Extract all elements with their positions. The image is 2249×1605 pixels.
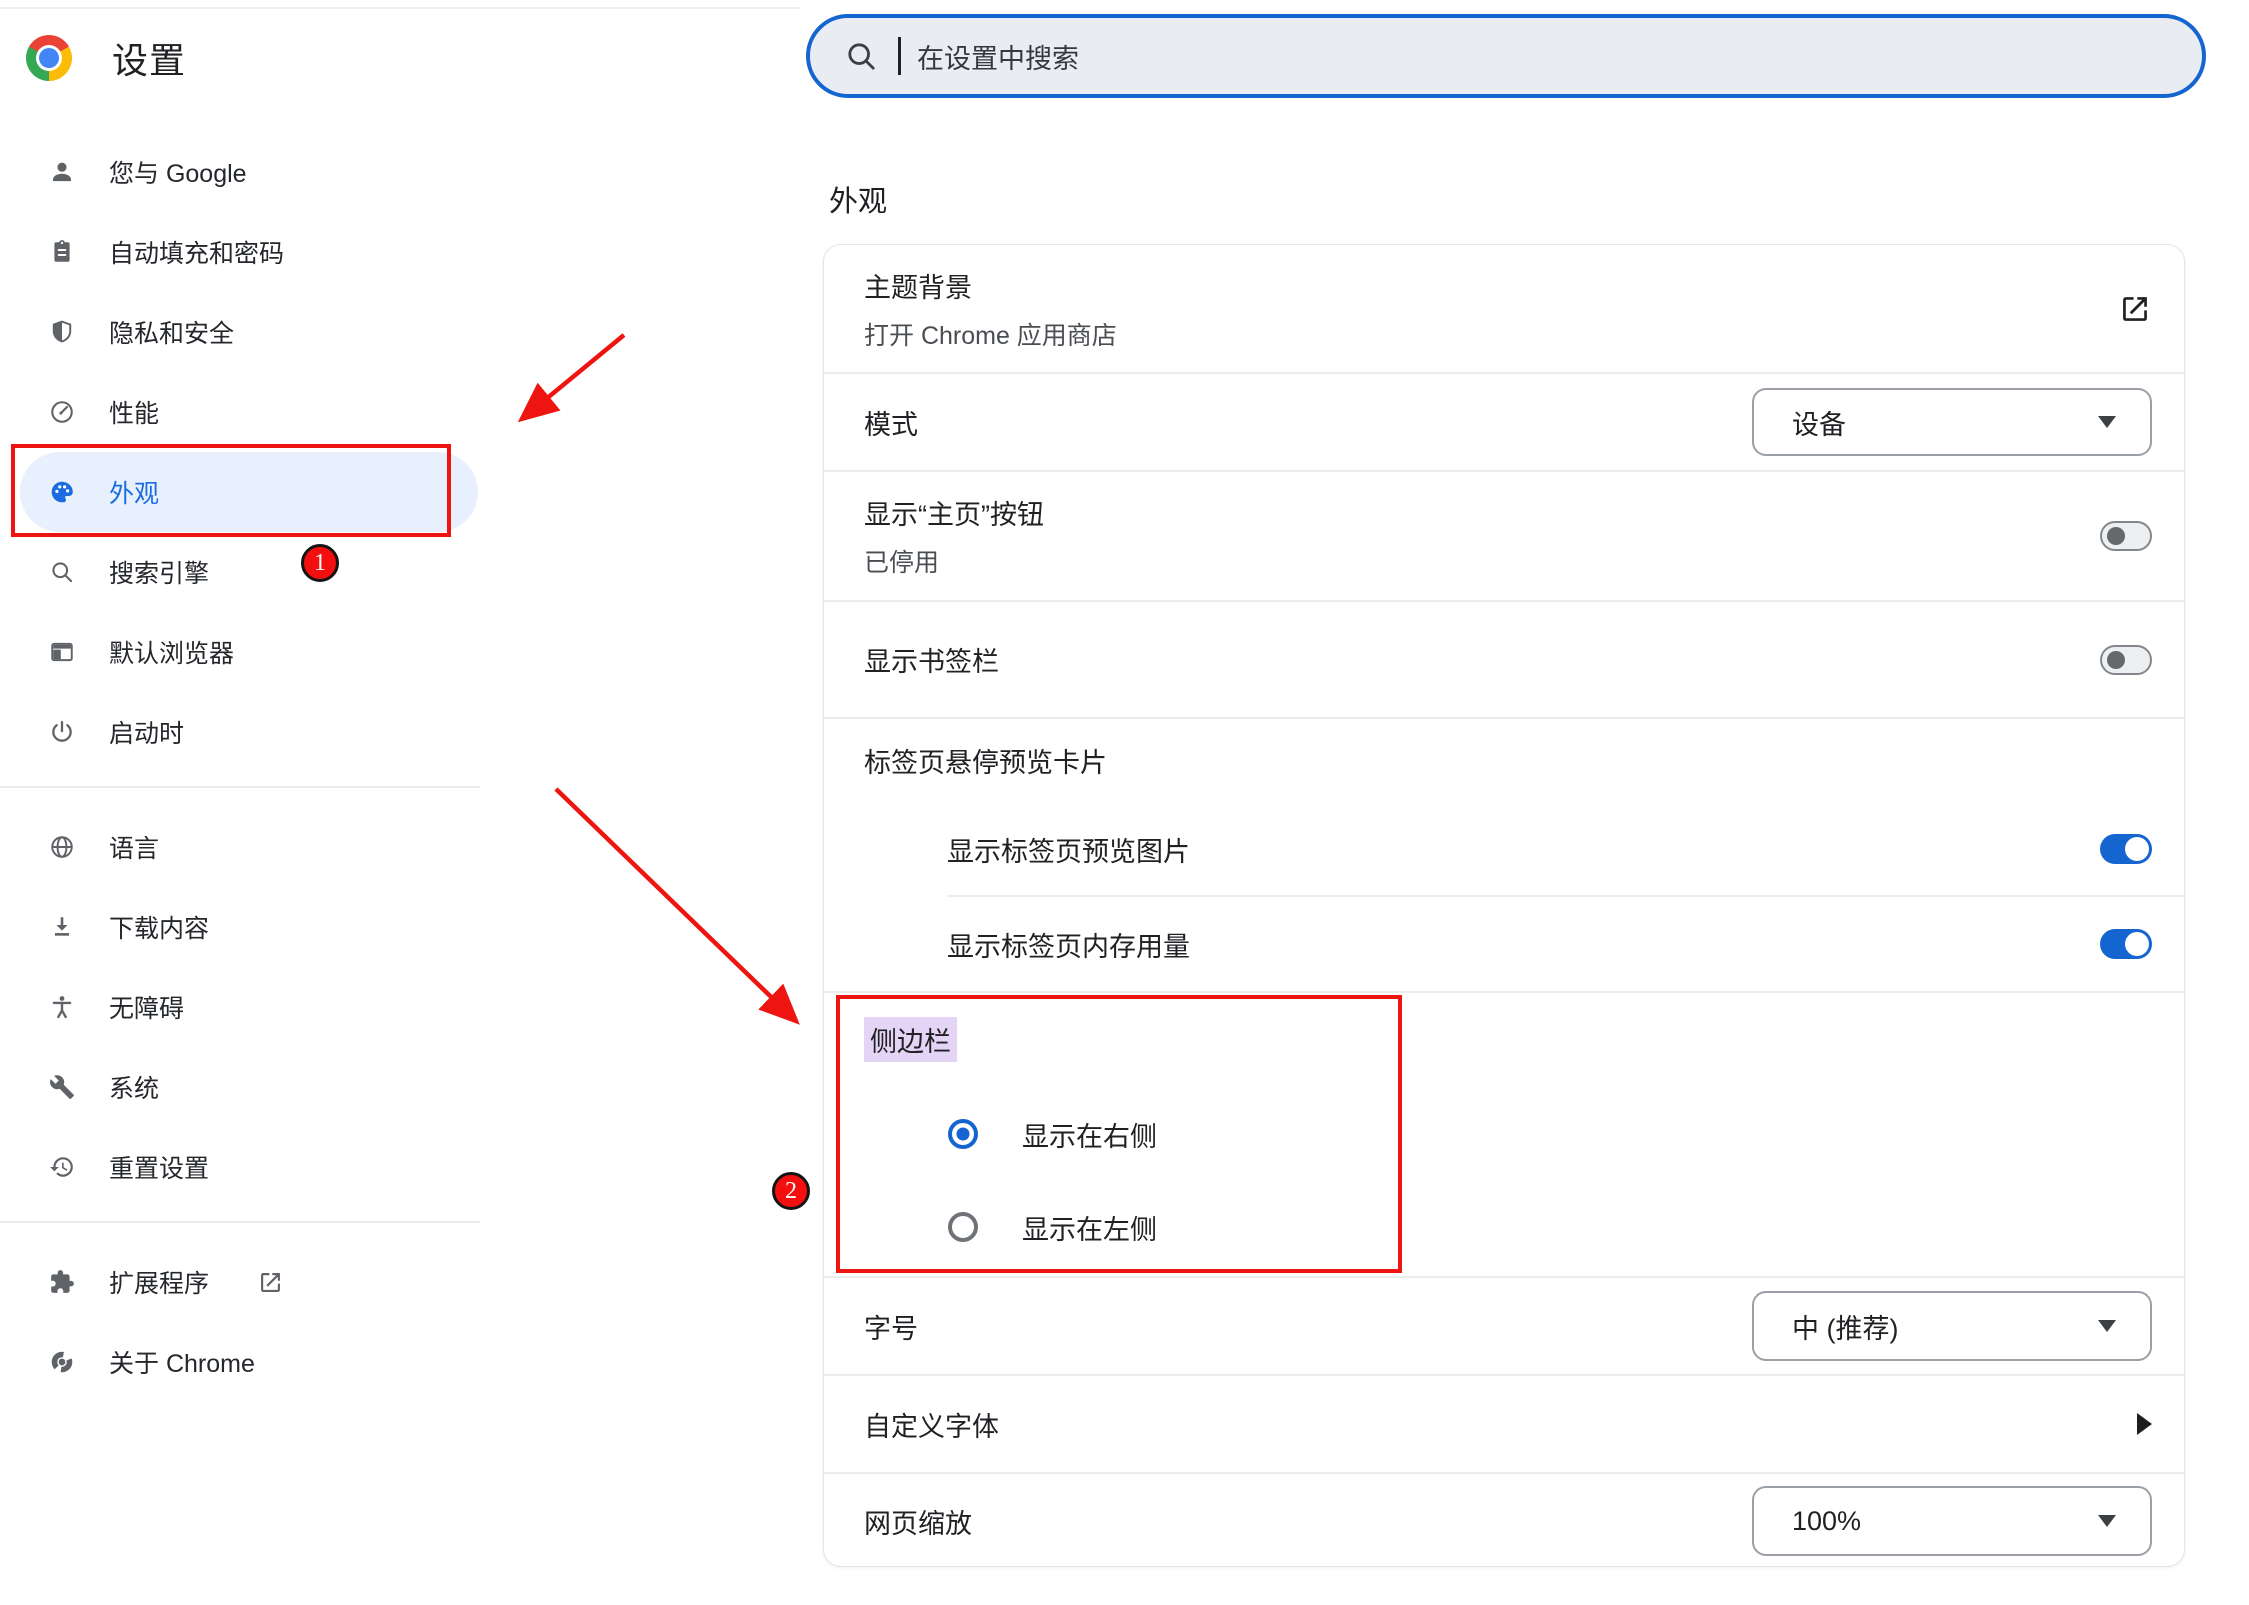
sidebar-item-extensions[interactable]: 扩展程序 [20, 1242, 478, 1322]
sidebar-item-on-startup[interactable]: 启动时 [20, 692, 478, 772]
custom-fonts-label: 自定义字体 [864, 1405, 2137, 1444]
font-size-row: 字号 中 (推荐) [824, 1278, 2184, 1376]
font-size-label: 字号 [864, 1307, 1752, 1346]
theme-subtitle: 打开 Chrome 应用商店 [864, 316, 2118, 352]
dropdown-caret-icon [2098, 416, 2116, 428]
mode-select-value: 设备 [1792, 403, 1846, 442]
sidebar-item-system[interactable]: 系统 [20, 1047, 478, 1127]
search-icon [844, 39, 878, 73]
speedometer-icon [49, 399, 75, 425]
sidebar-divider [0, 786, 480, 788]
radio-icon[interactable] [948, 1212, 978, 1242]
font-size-select[interactable]: 中 (推荐) [1752, 1291, 2152, 1361]
sidebar-divider [0, 1221, 480, 1223]
toggle-knob [2125, 837, 2149, 861]
home-button-subtitle: 已停用 [864, 543, 2100, 579]
bookmarks-bar-row[interactable]: 显示书签栏 [824, 602, 2184, 719]
search-icon [49, 559, 75, 585]
sidebar-item-performance[interactable]: 性能 [20, 372, 478, 452]
home-button-toggle[interactable] [2100, 521, 2152, 551]
sidebar-item-privacy[interactable]: 隐私和安全 [20, 292, 478, 372]
custom-fonts-row[interactable]: 自定义字体 [824, 1376, 2184, 1474]
person-icon [49, 159, 75, 185]
tab-memory-label: 显示标签页内存用量 [947, 925, 2100, 964]
side-panel-section: 侧边栏 显示在右侧 显示在左侧 [824, 993, 2184, 1278]
sidebar-item-downloads[interactable]: 下载内容 [20, 887, 478, 967]
puzzle-icon [49, 1269, 75, 1295]
toggle-knob [2107, 527, 2125, 545]
autofill-icon [49, 239, 75, 265]
tab-hover-label: 标签页悬停预览卡片 [864, 741, 1107, 780]
tab-preview-toggle[interactable] [2100, 834, 2152, 864]
sidebar-item-search-engine[interactable]: 搜索引擎 [20, 532, 478, 612]
palette-icon [49, 479, 75, 505]
arrow-to-side-panel [556, 789, 795, 1020]
text-caret [898, 37, 901, 75]
side-panel-right-label: 显示在右侧 [1022, 1115, 1157, 1154]
radio-icon[interactable] [948, 1119, 978, 1149]
top-divider [0, 7, 800, 9]
step-badge-2: 2 [772, 1172, 810, 1210]
settings-sidebar: 您与 Google 自动填充和密码 隐私和安全 性能 外观 搜索引擎 默认浏览器 [0, 132, 480, 1402]
section-heading: 外观 [829, 178, 887, 220]
show-home-button-row[interactable]: 显示“主页”按钮 已停用 [824, 472, 2184, 602]
sidebar-item-accessibility[interactable]: 无障碍 [20, 967, 478, 1047]
dropdown-caret-icon [2098, 1515, 2116, 1527]
appearance-card: 主题背景 打开 Chrome 应用商店 模式 设备 显示“主页”按钮 已停用 显… [823, 244, 2185, 1567]
tab-memory-toggle[interactable] [2100, 929, 2152, 959]
shield-icon [49, 319, 75, 345]
mode-row: 模式 设备 [824, 374, 2184, 472]
toggle-knob [2125, 932, 2149, 956]
side-panel-option-left[interactable]: 显示在左侧 [948, 1197, 1157, 1257]
tab-preview-row[interactable]: 显示标签页预览图片 [824, 801, 2184, 897]
sidebar-item-languages[interactable]: 语言 [20, 807, 478, 887]
page-zoom-row: 网页缩放 100% [824, 1474, 2184, 1567]
page-zoom-value: 100% [1792, 1506, 1861, 1537]
tab-hover-section-header: 标签页悬停预览卡片 [824, 719, 2184, 801]
page-title: 设置 [112, 32, 186, 84]
reset-history-icon [49, 1154, 75, 1180]
page-zoom-select[interactable]: 100% [1752, 1486, 2152, 1556]
wrench-icon [49, 1074, 75, 1100]
dropdown-caret-icon [2098, 1320, 2116, 1332]
arrow-to-appearance [523, 335, 624, 418]
accessibility-icon [49, 994, 75, 1020]
sidebar-item-you-and-google[interactable]: 您与 Google [20, 132, 478, 212]
toggle-knob [2107, 651, 2125, 669]
side-panel-left-label: 显示在左侧 [1022, 1208, 1157, 1247]
side-panel-option-right[interactable]: 显示在右侧 [948, 1104, 1157, 1164]
app-header: 设置 [26, 34, 186, 82]
external-link-icon [257, 1269, 284, 1296]
sidebar-item-default-browser[interactable]: 默认浏览器 [20, 612, 478, 692]
power-icon [49, 719, 75, 745]
chrome-settings-page: 设置 在设置中搜索 您与 Google 自动填充和密码 隐私和安全 性能 外观 [0, 0, 2249, 1605]
chevron-right-icon [2137, 1413, 2152, 1435]
search-placeholder: 在设置中搜索 [917, 37, 1079, 76]
sidebar-item-appearance[interactable]: 外观 [20, 452, 478, 532]
bookmarks-bar-label: 显示书签栏 [864, 640, 2100, 679]
font-size-value: 中 (推荐) [1792, 1307, 1898, 1346]
page-zoom-label: 网页缩放 [864, 1502, 1752, 1541]
sidebar-item-reset[interactable]: 重置设置 [20, 1127, 478, 1207]
mode-label: 模式 [864, 403, 1752, 442]
sidebar-item-about-chrome[interactable]: 关于 Chrome [20, 1322, 478, 1402]
download-icon [49, 914, 75, 940]
bookmarks-bar-toggle[interactable] [2100, 645, 2152, 675]
theme-title: 主题背景 [864, 266, 2118, 305]
open-in-new-icon[interactable] [2118, 292, 2152, 326]
chrome-logo-icon [26, 35, 72, 81]
browser-window-icon [49, 639, 75, 665]
tab-preview-label: 显示标签页预览图片 [947, 830, 2100, 869]
sidebar-item-autofill[interactable]: 自动填充和密码 [20, 212, 478, 292]
mode-select[interactable]: 设备 [1752, 388, 2152, 456]
globe-icon [49, 834, 75, 860]
theme-row[interactable]: 主题背景 打开 Chrome 应用商店 [824, 245, 2184, 374]
tab-memory-row[interactable]: 显示标签页内存用量 [824, 897, 2184, 993]
side-panel-label: 侧边栏 [864, 1017, 957, 1062]
chrome-icon [49, 1349, 75, 1375]
home-button-title: 显示“主页”按钮 [864, 493, 2100, 532]
search-input[interactable]: 在设置中搜索 [806, 14, 2206, 98]
